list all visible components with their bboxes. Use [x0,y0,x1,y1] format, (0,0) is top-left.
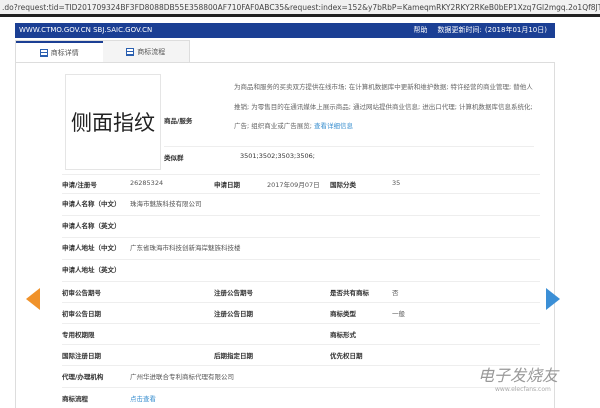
mark-type-label: 商标类型 [330,310,356,318]
agent-value: 广州华进联合专利商标代理有限公司 [130,373,234,381]
agent-label: 代理/办理机构 [62,373,104,381]
goods-list: 为商品和服务的买卖双方提供在线市场; 在计算机数据库中更新和维护数据; 特许经营… [234,83,533,130]
update-date: (2018年01月10日) [484,26,547,34]
flow-label: 商标流程 [62,395,88,403]
flow-view-link[interactable]: 点击查看 [130,393,156,403]
address-bar[interactable]: .do?request:tid=TID201709324BF3FD8088DB5… [0,0,600,17]
prelim-no-label: 初审公告期号 [62,289,101,297]
reg-pub-no-label: 注册公告期号 [214,289,253,297]
shared-value: 否 [392,289,399,297]
update-label: 数据更新时间: [437,26,482,34]
priority-date-label: 优先权日期 [330,352,363,360]
name-cn-label: 申请人名称（中文） [62,200,121,208]
tab-trademark-flow[interactable]: 商标流程 [103,41,190,62]
list-icon [39,48,48,57]
list-icon [126,47,135,56]
trademark-image: 侧面指纹 [65,74,161,170]
later-date-label: 后期指定日期 [214,352,253,360]
shared-label: 是否共有商标 [330,289,369,297]
intl-reg-date-label: 国际注册日期 [62,352,101,360]
intl-class-value: 35 [392,179,401,187]
watermark-url: www.elecfans.com [495,386,551,393]
prev-arrow-icon[interactable] [26,288,40,310]
addr-cn-label: 申请人地址（中文） [62,244,121,252]
addr-cn-value: 广东省珠海市科技创新海岸魅族科技楼 [130,244,241,252]
tab-label: 商标详情 [50,48,79,57]
reg-no-value: 26285324 [130,179,164,187]
watermark-logo: 电子发烧友 [478,366,559,385]
name-en-label: 申请人名称（英文） [62,222,121,230]
name-cn-value: 珠海市魅族科技有限公司 [130,200,202,208]
addr-en-label: 申请人地址（英文） [62,266,121,274]
exclusive-label: 专用权期限 [62,331,95,339]
app-date-value: 2017年09月07日 [267,181,320,189]
mark-form-label: 商标形式 [330,331,356,339]
reg-no-label: 申请/注册号 [62,181,97,189]
help-link[interactable]: 帮助 [414,26,428,34]
reg-pub-date-label: 注册公告日期 [214,310,253,318]
app-date-label: 申请日期 [214,181,240,189]
similar-group-label: 类似群 [164,154,184,162]
goods-text: 为商品和服务的买卖双方提供在线市场; 在计算机数据库中更新和维护数据; 特许经营… [234,78,534,137]
site-header: WWW.CTMO.GOV.CN SBJ.SAIC.GOV.CN 帮助 数据更新时间… [15,23,555,38]
tab-trademark-details[interactable]: 商标详情 [16,41,103,62]
next-arrow-icon[interactable] [546,288,560,310]
similar-group-value: 3501;3502;3503;3506; [240,152,315,160]
mark-type-value: 一般 [392,310,405,318]
site-domains: WWW.CTMO.GOV.CN SBJ.SAIC.GOV.CN [19,26,153,34]
prelim-date-label: 初审公告日期 [62,310,101,318]
view-details-link[interactable]: 查看详细信息 [314,122,353,130]
tab-label: 商标流程 [137,47,166,56]
goods-label: 商品/服务 [164,117,193,125]
tab-bar: 商标详情 商标流程 [15,40,190,62]
intl-class-label: 国际分类 [330,181,356,189]
